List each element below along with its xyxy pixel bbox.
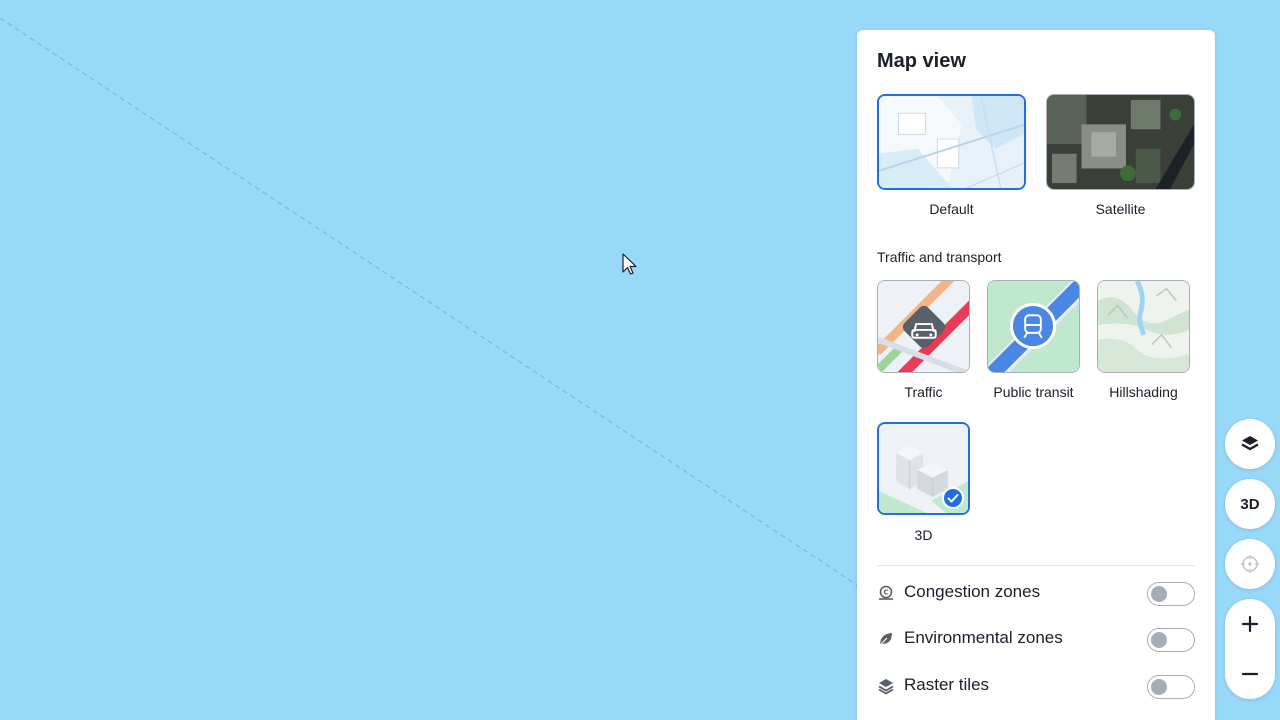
3d-toggle-button[interactable]: 3D (1225, 479, 1275, 529)
panel-title: Map view (877, 50, 966, 72)
locate-me-button[interactable] (1225, 539, 1275, 589)
hillshading-thumbnail (1098, 281, 1189, 372)
environmental-zones-label: Environmental zones (904, 628, 1063, 647)
public-transit-overlay-label: Public transit (993, 384, 1074, 400)
panel-divider (877, 565, 1195, 566)
layers-button[interactable] (1225, 419, 1275, 469)
satellite-layer-tile[interactable] (1046, 94, 1195, 190)
layers-icon (878, 679, 894, 695)
congestion-zones-row: C Congestion zones (877, 578, 1195, 608)
satellite-map-thumbnail (1047, 95, 1194, 189)
default-layer-tile[interactable] (877, 94, 1026, 190)
environmental-zones-row: Environmental zones (877, 624, 1195, 654)
hillshading-overlay-tile[interactable] (1097, 280, 1190, 373)
plus-icon (1241, 615, 1259, 633)
public-transit-thumbnail (988, 281, 1079, 372)
toggle-knob (1151, 586, 1167, 602)
zoom-out-button[interactable] (1225, 649, 1275, 699)
public-transit-overlay-tile[interactable] (987, 280, 1080, 373)
zoom-controls (1225, 599, 1275, 699)
zoom-in-button[interactable] (1225, 599, 1275, 649)
3d-button-label: 3D (1240, 495, 1260, 513)
leaf-icon (879, 633, 892, 646)
svg-text:C: C (883, 589, 888, 597)
3d-overlay-tile[interactable] (877, 422, 970, 515)
congestion-zone-icon: C (879, 585, 893, 600)
raster-tiles-row: Raster tiles (877, 671, 1195, 701)
minus-icon (1241, 672, 1259, 676)
congestion-zones-toggle[interactable] (1147, 582, 1195, 606)
raster-tiles-label: Raster tiles (904, 675, 990, 694)
map-view-panel: Map view Default Satellite Traffic and t… (857, 30, 1215, 720)
traffic-transport-heading: Traffic and transport (877, 249, 1002, 265)
traffic-thumbnail (878, 281, 969, 372)
toggle-knob (1151, 632, 1167, 648)
default-layer-label: Default (929, 201, 974, 217)
mouse-cursor-icon (622, 253, 637, 275)
layers-icon (1241, 436, 1259, 451)
congestion-zones-label: Congestion zones (904, 582, 1041, 601)
3d-overlay-label: 3D (914, 527, 933, 543)
selected-check-icon (942, 487, 964, 509)
satellite-layer-label: Satellite (1095, 201, 1146, 217)
raster-tiles-toggle[interactable] (1147, 675, 1195, 699)
traffic-overlay-tile[interactable] (877, 280, 970, 373)
environmental-zones-toggle[interactable] (1147, 628, 1195, 652)
hillshading-overlay-label: Hillshading (1109, 384, 1178, 400)
crosshair-icon (1241, 555, 1259, 573)
default-map-thumbnail (879, 96, 1024, 188)
toggle-knob (1151, 679, 1167, 695)
traffic-overlay-label: Traffic (904, 384, 943, 400)
